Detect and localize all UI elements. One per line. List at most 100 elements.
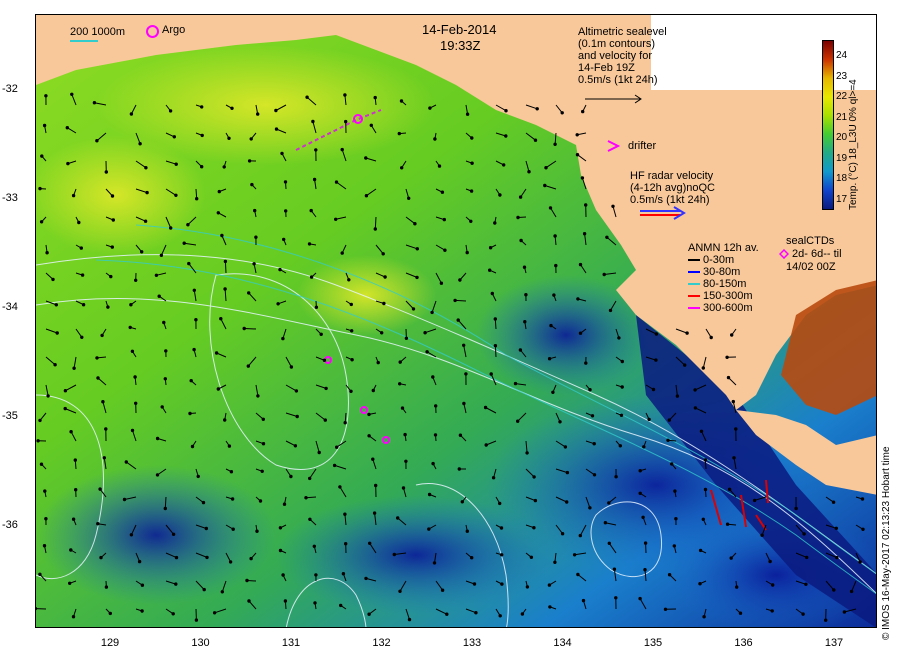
velocity-arrow-head [220,233,224,238]
velocity-arrow-head [192,288,197,292]
velocity-arrow-head [548,605,552,609]
velocity-arrow-head [804,582,808,586]
velocity-arrow-head [465,529,469,533]
anmn-legend-item: 80-150m [688,278,753,290]
velocity-arrow-head [407,617,412,622]
x-tick-label: 134 [553,637,572,649]
velocity-arrow-head [96,522,100,526]
velocity-arrow-head [228,560,233,564]
colorbar-tick-label: 17 [836,193,848,205]
velocity-arrow-head [99,555,103,560]
velocity-arrow-head [483,405,488,410]
velocity-arrow-head [576,297,580,301]
velocity-arrow-head [770,609,774,613]
velocity-arrow-head [672,544,676,548]
velocity-arrow-head [72,366,76,370]
velocity-arrow-head [693,388,697,392]
velocity-arrow-head [513,381,518,386]
velocity-arrow-head [432,561,437,565]
velocity-arrow-head [186,223,190,227]
velocity-arrow-head [698,548,703,553]
anmn-legend: 0-30m 30-80m 80-150m 150-300m 300-600m [688,254,753,314]
velocity-arrow-head [314,305,319,309]
velocity-arrow-head [552,293,556,297]
velocity-arrow-head [253,208,257,213]
velocity-arrow-head [489,372,493,376]
velocity-arrow-head [400,166,404,170]
velocity-arrow-head [154,273,159,277]
velocity-arrow-head [289,365,294,369]
velocity-arrow-head [520,612,525,616]
velocity-arrow-head [651,387,656,392]
velocity-arrow-head [247,599,251,603]
velocity-arrow-head [69,548,73,552]
velocity-arrow-head [274,127,279,131]
velocity-arrow-head [249,556,253,561]
velocity-arrow-head [281,336,285,341]
velocity-arrow-head [493,221,497,225]
velocity-arrow-head [403,432,407,437]
map-time: 19:33Z [440,38,481,53]
y-tick-label: -34 [2,301,18,313]
velocity-arrow-head [465,112,470,116]
velocity-arrow-head [364,156,368,160]
velocity-arrow-head [137,559,142,564]
velocity-arrow-head [518,195,523,199]
velocity-arrow-head [376,360,380,365]
velocity-arrow-head [620,385,624,389]
velocity-arrow-head [281,573,285,577]
velocity-arrow-head [79,246,83,250]
velocity-arrow-head [842,610,847,614]
velocity-arrow-head [760,533,764,537]
hf-radar-line: (4-12h avg)noQC [630,182,715,194]
velocity-arrow-head [317,450,321,455]
velocity-arrow-head [159,253,164,258]
velocity-arrow-head [614,596,618,600]
cool-patch [36,465,276,605]
velocity-arrow-head [256,112,260,116]
anmn-legend-label: 30-80m [703,266,741,278]
velocity-arrow-head [491,476,496,480]
velocity-arrow-head [667,573,672,577]
velocity-arrow-head [702,615,706,619]
altimetry-line: and velocity for [578,50,652,62]
velocity-arrow-head [831,500,836,504]
velocity-arrow-head [427,527,431,531]
velocity-arrow-head [71,615,76,619]
velocity-arrow-head [202,587,206,592]
velocity-arrow-head [255,529,259,533]
velocity-arrow-head [643,541,648,545]
velocity-arrow-head [614,475,618,479]
velocity-arrow-head [500,582,504,586]
velocity-arrow-head [313,601,317,605]
velocity-arrow-head [187,261,191,266]
velocity-arrow-head [620,359,624,364]
velocity-arrow-head [73,458,77,462]
velocity-arrow-head [312,177,317,182]
velocity-arrow-head [43,489,47,493]
velocity-arrow-head [458,433,463,437]
velocity-arrow-head [157,294,161,298]
velocity-arrow-head [323,418,327,422]
velocity-arrow-head [498,614,502,618]
velocity-arrow-head [693,406,698,410]
velocity-arrow-head [364,194,369,198]
velocity-arrow-head [428,106,432,110]
velocity-arrow-head [44,517,48,521]
velocity-arrow-head [174,193,178,198]
velocity-arrow-head [768,559,772,564]
velocity-arrow-head [110,194,115,198]
velocity-arrow-head [338,485,342,489]
x-tick-label: 136 [734,637,753,649]
velocity-arrow-head [488,268,492,272]
velocity-arrow-head [575,153,580,157]
velocity-arrow-head [261,442,266,446]
velocity-arrow-head [519,238,523,243]
velocity-arrow-head [260,469,264,473]
velocity-arrow-head [343,512,347,516]
velocity-arrow-head [341,572,346,576]
velocity-arrow-head [581,109,585,114]
velocity-arrow-head [254,235,258,239]
velocity-arrow-head [344,542,348,546]
velocity-arrow-head [525,585,530,589]
